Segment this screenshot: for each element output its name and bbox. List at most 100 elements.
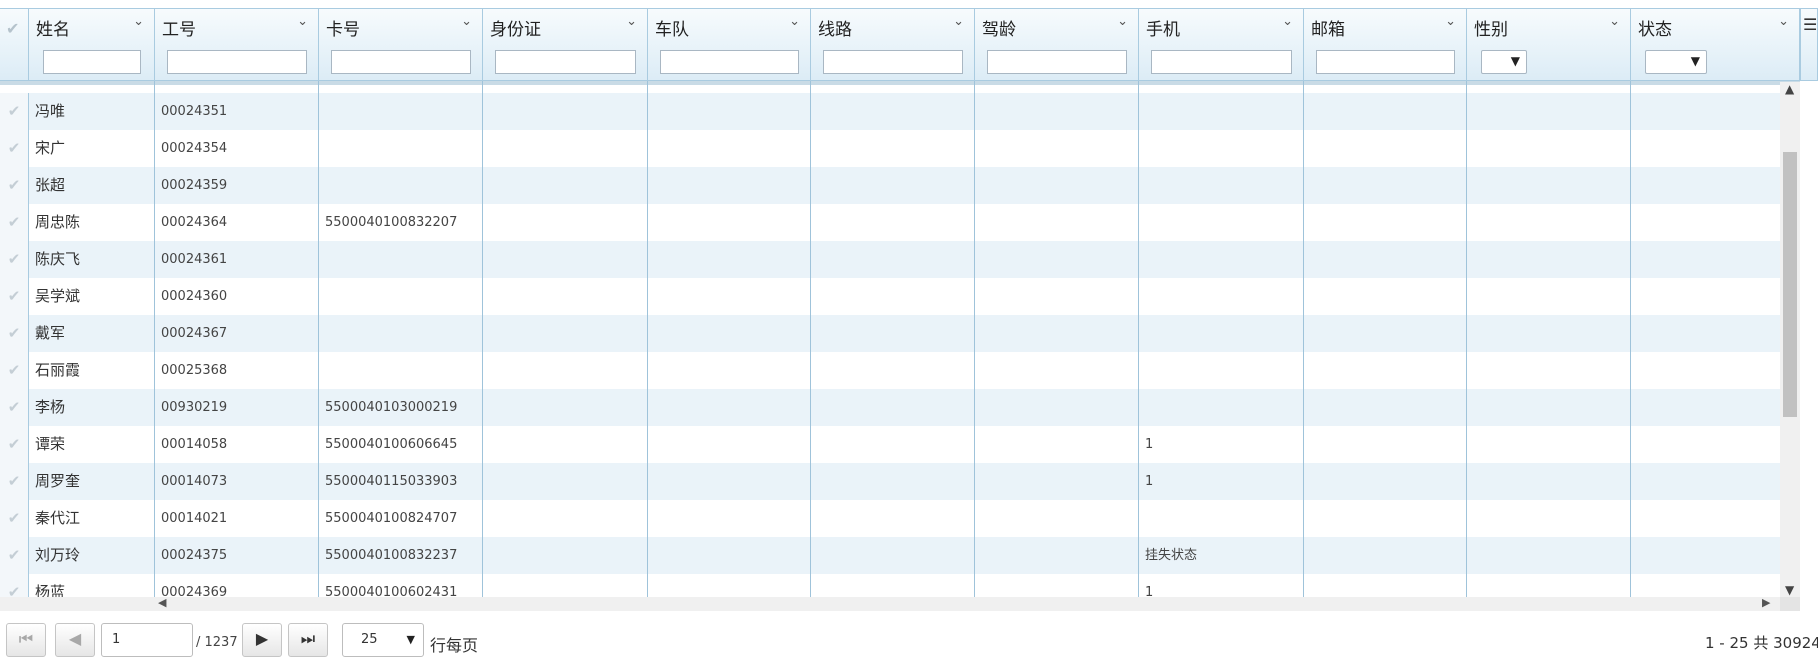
cell-job_no: 00014073 — [161, 474, 228, 489]
scroll-left-icon[interactable]: ◀ — [158, 596, 166, 609]
row-checkbox[interactable]: ✔ — [0, 537, 29, 574]
cell-job_no: 00014058 — [161, 437, 228, 452]
scroll-down-icon[interactable]: ▼ — [1785, 583, 1794, 597]
row-checkbox[interactable]: ✔ — [0, 204, 29, 241]
cell-name: 陈庆飞 — [35, 250, 81, 268]
filter-input-name[interactable] — [43, 50, 141, 74]
table-row[interactable]: ✔ 周罗奎 00014073 5500040115033903 1 — [0, 463, 1800, 500]
chevron-down-icon[interactable]: ⌄ — [1282, 14, 1293, 29]
chevron-down-icon[interactable]: ⌄ — [133, 14, 144, 29]
column-menu-button[interactable]: ☰ — [1800, 8, 1818, 81]
filter-input-card_no[interactable] — [331, 50, 471, 74]
table-row[interactable]: ✔ 杨蓝 00024369 5500040100602431 1 — [0, 574, 1800, 597]
row-checkbox[interactable]: ✔ — [0, 93, 29, 130]
first-page-icon: ⏮ — [18, 629, 34, 648]
table-row[interactable]: ✔ 刘万玲 00024375 5500040100832237 挂失状态 — [0, 537, 1800, 574]
cell-job_no: 00024361 — [161, 252, 228, 267]
cell-card_no: 5500040100832237 — [325, 548, 458, 563]
chevron-down-icon[interactable]: ⌄ — [953, 14, 964, 29]
column-divider — [1630, 81, 1631, 597]
column-header-email[interactable]: 邮箱 ⌄ — [1304, 9, 1467, 81]
cell-job_no: 00024375 — [161, 548, 228, 563]
row-checkbox[interactable]: ✔ — [0, 426, 29, 463]
row-checkbox[interactable]: ✔ — [0, 167, 29, 204]
filter-input-route[interactable] — [823, 50, 963, 74]
menu-icon: ☰ — [1803, 15, 1818, 34]
cell-job_no: 00025368 — [161, 363, 228, 378]
table-row[interactable]: ✔ 石丽霞 00025368 — [0, 352, 1800, 389]
row-checkbox[interactable]: ✔ — [0, 574, 29, 597]
column-divider — [1138, 81, 1139, 597]
column-divider — [154, 81, 155, 597]
scroll-up-icon[interactable]: ▲ — [1785, 82, 1794, 96]
column-header-name[interactable]: 姓名 ⌄ — [29, 9, 155, 81]
cell-card_no: 5500040100606645 — [325, 437, 458, 452]
cell-name: 谭荣 — [35, 435, 66, 453]
chevron-down-icon[interactable]: ⌄ — [297, 14, 308, 29]
row-checkbox[interactable]: ✔ — [0, 500, 29, 537]
cell-card_no: 5500040115033903 — [325, 474, 458, 489]
table-row[interactable]: ✔ 宋广 00024354 — [0, 130, 1800, 167]
cell-name: 冯唯 — [35, 102, 66, 120]
scroll-right-icon[interactable]: ▶ — [1762, 596, 1770, 609]
chevron-down-icon[interactable]: ⌄ — [789, 14, 800, 29]
filter-input-id_card[interactable] — [495, 50, 636, 74]
filter-input-phone[interactable] — [1151, 50, 1292, 74]
cell-card_no: 5500040100832207 — [325, 215, 458, 230]
select-all-checkbox[interactable]: ✔ — [0, 9, 29, 81]
filter-input-job_no[interactable] — [167, 50, 307, 74]
table-row[interactable]: ✔ 戴军 00024367 — [0, 315, 1800, 352]
column-header-route[interactable]: 线路 ⌄ — [811, 9, 975, 81]
row-checkbox[interactable]: ✔ — [0, 130, 29, 167]
column-header-job_no[interactable]: 工号 ⌄ — [155, 9, 319, 81]
chevron-down-icon[interactable]: ⌄ — [1445, 14, 1456, 29]
cell-name: 秦代江 — [35, 509, 81, 527]
last-page-icon: ⏭ — [300, 629, 316, 648]
row-checkbox[interactable]: ✔ — [0, 241, 29, 278]
column-title: 姓名 — [36, 20, 70, 40]
table-row[interactable]: ✔ 张超 00024359 — [0, 167, 1800, 204]
table-row[interactable]: ✔ 李杨 00930219 5500040103000219 — [0, 389, 1800, 426]
column-title: 工号 — [162, 20, 196, 40]
chevron-down-icon[interactable]: ⌄ — [1609, 14, 1620, 29]
row-checkbox[interactable]: ✔ — [0, 278, 29, 315]
cell-job_no: 00024369 — [161, 585, 228, 597]
filter-input-driving_years[interactable] — [987, 50, 1127, 74]
column-header-fleet[interactable]: 车队 ⌄ — [648, 9, 811, 81]
filter-select-gender[interactable]: ▼ — [1481, 50, 1527, 74]
cell-phone: 挂失状态 — [1145, 548, 1198, 563]
table-row[interactable]: ✔ 谭荣 00014058 5500040100606645 1 — [0, 426, 1800, 463]
cell-name: 李杨 — [35, 398, 66, 416]
table-row[interactable]: ✔ 秦代江 00014021 5500040100824707 — [0, 500, 1800, 537]
row-checkbox[interactable]: ✔ — [0, 463, 29, 500]
cell-phone: 1 — [1145, 474, 1154, 489]
column-header-phone[interactable]: 手机 ⌄ — [1139, 9, 1304, 81]
filter-input-fleet[interactable] — [660, 50, 799, 74]
filter-input-email[interactable] — [1316, 50, 1455, 74]
scrollbar-thumb[interactable] — [1783, 152, 1797, 417]
chevron-down-icon[interactable]: ⌄ — [461, 14, 472, 29]
chevron-down-icon[interactable]: ⌄ — [626, 14, 637, 29]
table-row[interactable]: ✔ 吴学斌 00024360 — [0, 278, 1800, 315]
column-header-id_card[interactable]: 身份证 ⌄ — [483, 9, 648, 81]
table-row[interactable]: ✔ 周忠陈 00024364 5500040100832207 — [0, 204, 1800, 241]
filter-select-status[interactable]: ▼ — [1645, 50, 1707, 74]
chevron-down-icon[interactable]: ⌄ — [1778, 14, 1789, 29]
row-checkbox[interactable]: ✔ — [0, 389, 29, 426]
row-checkbox[interactable]: ✔ — [0, 315, 29, 352]
column-header-gender[interactable]: 性别 ⌄ ▼ — [1467, 9, 1631, 81]
column-title: 线路 — [818, 20, 852, 40]
column-divider — [810, 81, 811, 597]
table-row[interactable]: ✔ 陈庆飞 00024361 — [0, 241, 1800, 278]
column-header-status[interactable]: 状态 ⌄ ▼ — [1631, 9, 1800, 81]
cell-job_no: 00014021 — [161, 511, 228, 526]
column-header-card_no[interactable]: 卡号 ⌄ — [319, 9, 483, 81]
table-row[interactable]: ✔ 冯唯 00024351 — [0, 93, 1800, 130]
chevron-down-icon[interactable]: ⌄ — [1117, 14, 1128, 29]
row-checkbox[interactable]: ✔ — [0, 352, 29, 389]
column-header-driving_years[interactable]: 驾龄 ⌄ — [975, 9, 1139, 81]
column-title: 身份证 — [490, 20, 541, 40]
horizontal-scrollbar[interactable]: ◀ ▶ — [0, 596, 1780, 611]
column-title: 状态 — [1638, 20, 1672, 40]
vertical-scrollbar[interactable]: ▲ ▼ — [1780, 82, 1800, 597]
